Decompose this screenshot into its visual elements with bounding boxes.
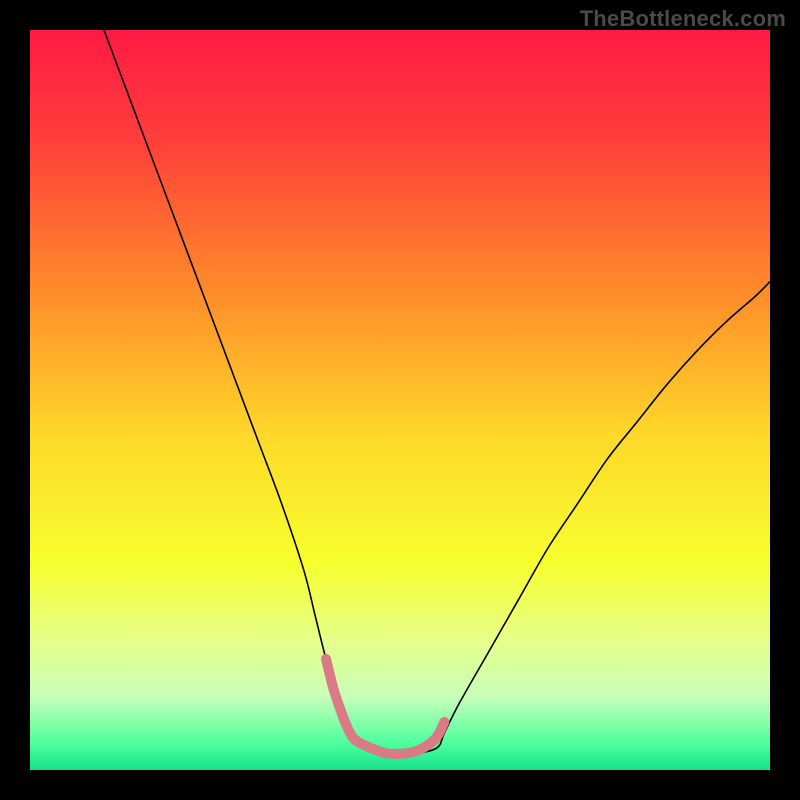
chart-frame: TheBottleneck.com bbox=[0, 0, 800, 800]
plot-area bbox=[30, 30, 770, 770]
watermark-text: TheBottleneck.com bbox=[580, 6, 786, 32]
background-gradient bbox=[30, 30, 770, 770]
chart-svg bbox=[30, 30, 770, 770]
